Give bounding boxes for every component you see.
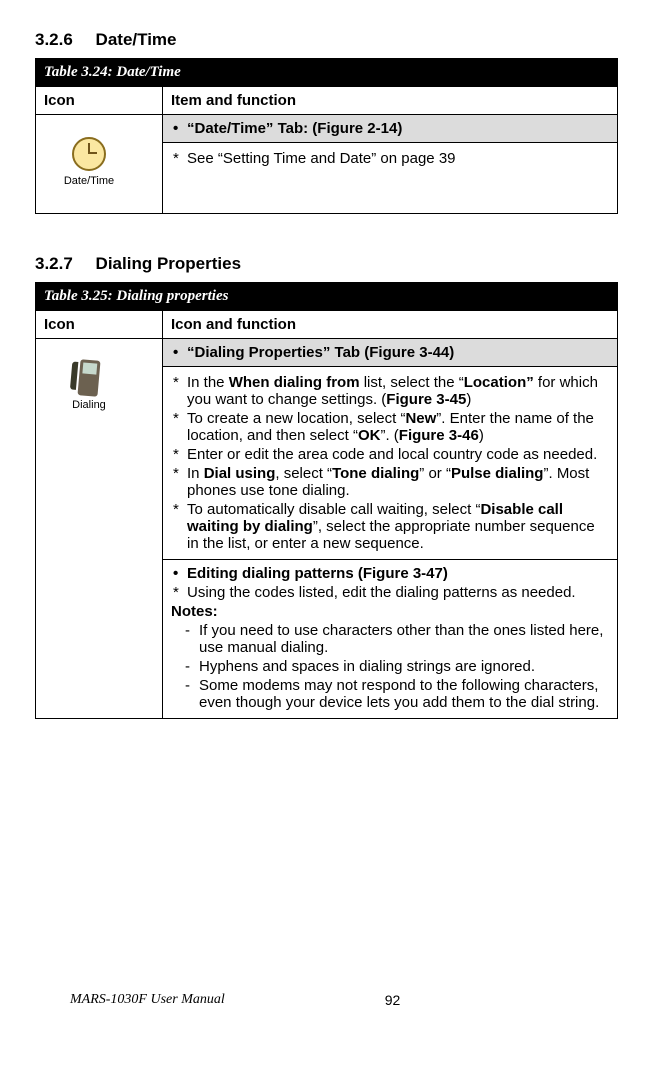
table-row: In the When dialing from list, select th… [163,367,618,560]
list-item: Some modems may not respond to the follo… [185,677,609,711]
tab-title: “Date/Time” Tab: (Figure 2-14) [171,120,609,137]
page-footer: MARS-1030F User Manual 92 [70,992,583,1008]
table-caption: Table 3.25: Dialing properties [36,283,618,311]
section-title: Date/Time [96,30,177,49]
table-row: See “Setting Time and Date” on page 39 [163,143,618,214]
page-number: 92 [385,992,401,1008]
list-item: Using the codes listed, edit the dialing… [171,584,609,601]
table-dialing: Table 3.25: Dialing properties Icon Icon… [35,282,618,719]
tab-title: “Dialing Properties” Tab (Figure 3-44) [171,344,609,361]
list-item: If you need to use characters other than… [185,622,609,656]
col-header-icon: Icon [36,87,163,115]
clock-icon [65,133,113,175]
table-row: “Dialing Properties” Tab (Figure 3-44) [163,339,618,367]
list-item: Hyphens and spaces in dialing strings ar… [185,658,609,675]
icon-label: Date/Time [64,175,114,187]
list-item: In the When dialing from list, select th… [171,374,609,408]
section-heading-datetime: 3.2.6 Date/Time [35,30,618,50]
icon-cell-dialing: Dialing [36,339,163,719]
section-number: 3.2.6 [35,30,73,49]
col-header-function: Item and function [163,87,618,115]
col-header-function: Icon and function [163,311,618,339]
list-item: See “Setting Time and Date” on page 39 [171,150,609,167]
list-item: Enter or edit the area code and local co… [171,446,609,463]
list-item: To automatically disable call waiting, s… [171,501,609,552]
table-row: Editing dialing patterns (Figure 3-47) U… [163,560,618,719]
icon-label: Dialing [72,399,106,411]
section-title: Dialing Properties [96,254,241,273]
table-row: “Date/Time” Tab: (Figure 2-14) [163,115,618,143]
footer-manual-title: MARS-1030F User Manual [70,992,225,1008]
table-datetime: Table 3.24: Date/Time Icon Item and func… [35,58,618,214]
col-header-icon: Icon [36,311,163,339]
subsection-title: Editing dialing patterns (Figure 3-47) [171,565,609,582]
section-heading-dialing: 3.2.7 Dialing Properties [35,254,618,274]
icon-cell-datetime: Date/Time [36,115,163,214]
notes-label: Notes: [171,603,609,620]
section-number: 3.2.7 [35,254,73,273]
list-item: In Dial using, select “Tone dialing” or … [171,465,609,499]
list-item: To create a new location, select “New”. … [171,410,609,444]
table-caption: Table 3.24: Date/Time [36,59,618,87]
phone-icon [65,357,113,399]
